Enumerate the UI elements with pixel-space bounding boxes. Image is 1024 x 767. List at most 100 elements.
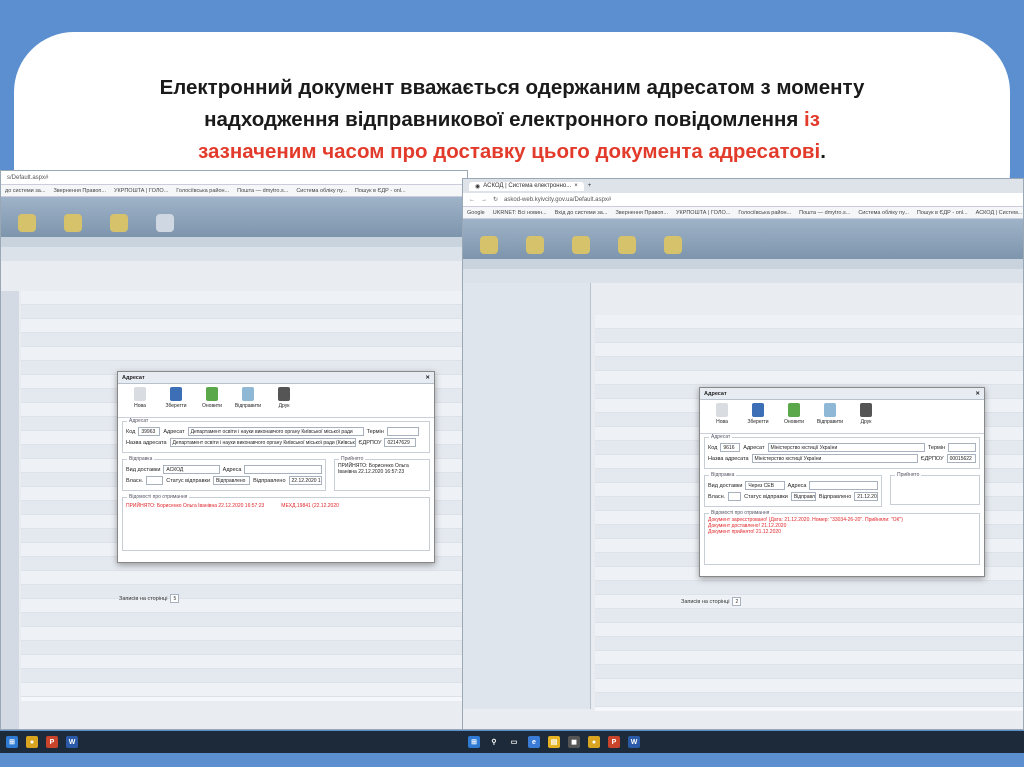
bookmark[interactable]: Звернення Правоп...: [615, 210, 668, 216]
tool-label: Відправити: [816, 419, 844, 425]
right-address-bar[interactable]: ← → ↻ askod-web.kyivcity.gov.ua/Default.as…: [463, 193, 1023, 207]
chrome-icon[interactable]: ●: [588, 736, 600, 748]
search-icon[interactable]: ⚲: [488, 736, 500, 748]
reload-icon[interactable]: ↻: [493, 196, 498, 203]
folder-icon: [110, 214, 128, 232]
windows-start-icon[interactable]: ⊞: [468, 736, 480, 748]
app-button[interactable]: [515, 236, 555, 256]
store-icon[interactable]: ◼: [568, 736, 580, 748]
addressee-input[interactable]: Департамент освіти і науки виконавчого о…: [187, 427, 364, 436]
dialog-title: Адресат: [704, 390, 727, 397]
bookmark[interactable]: Система обліку пу...: [858, 210, 909, 216]
send-button[interactable]: Відправити: [816, 403, 844, 430]
delivery-select[interactable]: АСКОД: [163, 465, 220, 474]
powerpoint-icon[interactable]: P: [608, 736, 620, 748]
back-icon[interactable]: ←: [469, 197, 475, 203]
edrpou-label: ЄДРПОУ: [920, 455, 944, 462]
section-legend: Відомості про отримання: [127, 494, 190, 500]
right-app-toolbar: [463, 219, 1023, 259]
folder-icon: [18, 214, 36, 232]
edrpou-input[interactable]: 02147629: [384, 438, 417, 447]
delivery-select[interactable]: Через СЕВ: [745, 481, 785, 490]
dispatch-row: Відправка Вид доставки Через СЕВ Адреса …: [700, 472, 984, 510]
new-document-icon: [716, 403, 728, 417]
fullname-input[interactable]: Міністерство юстиції України: [751, 454, 918, 463]
right-taskbar: ⊞ ⚲ ▭ e ▤ ◼ ● P W: [462, 731, 1024, 753]
accepted-text[interactable]: ПРИЙНЯТО: Борисенко Ольга Іванівна 22.12…: [338, 463, 426, 475]
edge-icon[interactable]: e: [528, 736, 540, 748]
addressee-input[interactable]: Міністерство юстиції України: [767, 443, 925, 452]
send-button[interactable]: Відправити: [234, 387, 262, 414]
code-input[interactable]: 39963: [138, 427, 161, 436]
bookmark[interactable]: Google: [467, 210, 485, 216]
document-icon: [156, 214, 174, 232]
save-button[interactable]: Зберегти: [744, 403, 772, 430]
app-button[interactable]: [561, 236, 601, 256]
sent-date-input[interactable]: 21.12.2020 01: [854, 492, 878, 501]
address-input[interactable]: [244, 465, 322, 474]
refresh-button[interactable]: Оновити: [198, 387, 226, 414]
new-button[interactable]: Нова: [126, 387, 154, 414]
app-button[interactable]: [99, 214, 139, 234]
section-legend: Прийнято: [339, 456, 366, 462]
forward-icon[interactable]: →: [481, 197, 487, 203]
app-button[interactable]: [7, 214, 47, 234]
bookmark[interactable]: АСКОД | Систем...: [976, 210, 1023, 216]
bookmark[interactable]: Пошта — dmytro.s...: [237, 188, 288, 194]
word-icon[interactable]: W: [66, 736, 78, 748]
code-input[interactable]: 9616: [720, 443, 741, 452]
status-select[interactable]: Відправлено: [213, 476, 251, 485]
task-view-icon[interactable]: ▭: [508, 736, 520, 748]
term-input[interactable]: [386, 427, 419, 436]
sent-date-input[interactable]: 22.12.2020 16: [288, 476, 322, 485]
page-size-select[interactable]: 2: [732, 597, 742, 606]
bookmark[interactable]: УКРПОШТА | ГОЛО...: [676, 210, 730, 216]
bookmark[interactable]: Голосіївська район...: [738, 210, 791, 216]
word-icon[interactable]: W: [628, 736, 640, 748]
fullname-input[interactable]: Департамент освіти і науки виконавчого о…: [169, 438, 356, 447]
app-button[interactable]: [653, 236, 693, 256]
print-button[interactable]: Друк: [852, 403, 880, 430]
bookmark[interactable]: Голосіївська район...: [176, 188, 229, 194]
bookmark[interactable]: Вхід до системи за...: [555, 210, 608, 216]
close-icon[interactable]: ✕: [975, 391, 980, 397]
bookmark[interactable]: Пошта — dmytro.s...: [799, 210, 850, 216]
title-line-3-red: зазначеним часом про доставку цього доку…: [198, 140, 821, 163]
page-size-select[interactable]: 5: [170, 594, 180, 603]
status-select[interactable]: Відправлено: [790, 492, 816, 501]
bookmark[interactable]: Пошук в ЄДР - onl...: [917, 210, 968, 216]
left-address-bar[interactable]: s/Default.aspx#: [1, 171, 467, 185]
app-button[interactable]: [145, 214, 185, 234]
term-label: Термін: [366, 428, 384, 435]
bookmark[interactable]: Звернення Правоп...: [53, 188, 106, 194]
bookmark[interactable]: до системи за...: [5, 188, 45, 194]
file-explorer-icon[interactable]: ▤: [548, 736, 560, 748]
new-button[interactable]: Нова: [708, 403, 736, 430]
printer-icon: [278, 387, 290, 401]
bookmark[interactable]: Система обліку пу...: [296, 188, 347, 194]
browser-tab[interactable]: ◉ АСКОД | Система електронно... ×: [469, 181, 584, 191]
print-button[interactable]: Друк: [270, 387, 298, 414]
receipt-info-text: Документ прийнято! 21.12.2020: [708, 529, 781, 535]
windows-start-icon[interactable]: ⊞: [6, 736, 18, 748]
chrome-icon[interactable]: ●: [26, 736, 38, 748]
address-input[interactable]: [809, 481, 878, 490]
bookmark[interactable]: UKRNET: Всі новин...: [493, 210, 547, 216]
app-button[interactable]: [53, 214, 93, 234]
edrpou-input[interactable]: 00015622: [946, 454, 976, 463]
bookmark[interactable]: Пошук в ЄДР - onl...: [355, 188, 406, 194]
save-button[interactable]: Зберегти: [162, 387, 190, 414]
left-bookmarks-bar: до системи за... Звернення Правоп... УКР…: [1, 185, 467, 197]
title-line-2-text: надходження відправникової електронного …: [204, 108, 805, 131]
close-icon[interactable]: ✕: [425, 375, 430, 381]
new-tab-icon[interactable]: +: [588, 183, 592, 189]
app-button[interactable]: [607, 236, 647, 256]
own-input[interactable]: [146, 476, 164, 485]
close-tab-icon[interactable]: ×: [574, 183, 578, 189]
app-button[interactable]: [469, 236, 509, 256]
own-input[interactable]: [728, 492, 742, 501]
bookmark[interactable]: УКРПОШТА | ГОЛО...: [114, 188, 168, 194]
powerpoint-icon[interactable]: P: [46, 736, 58, 748]
term-input[interactable]: [948, 443, 976, 452]
refresh-button[interactable]: Оновити: [780, 403, 808, 430]
